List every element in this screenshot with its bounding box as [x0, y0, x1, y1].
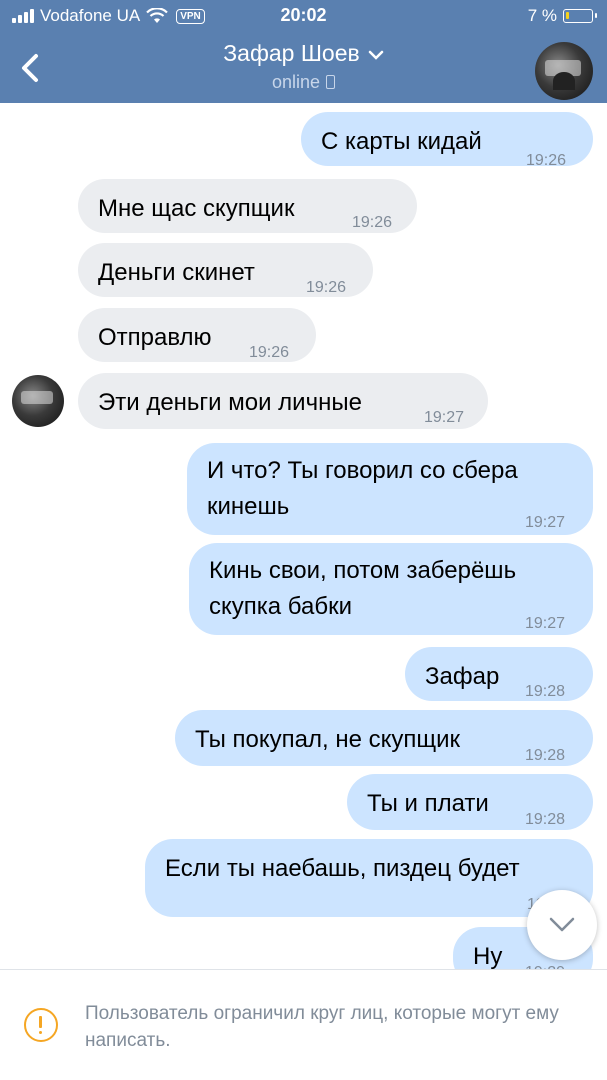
message-time: 19:26: [526, 152, 567, 169]
contact-name: Зафар Шоев: [223, 40, 360, 66]
contact-name-button[interactable]: Зафар Шоев: [0, 40, 607, 67]
message-bubble[interactable]: Эти деньги мои личные 19:27: [78, 373, 488, 429]
message-time: 19:28: [525, 683, 566, 700]
message-bubble[interactable]: Ты и плати 19:28: [347, 774, 593, 830]
online-status: online: [271, 72, 321, 92]
message-text: Эти деньги мои личные: [98, 389, 362, 416]
avatar[interactable]: [535, 42, 593, 100]
battery-icon: [563, 9, 597, 23]
message-text: Деньги скинет: [98, 259, 255, 286]
message-bubble[interactable]: Мне щас скупщик 19:26: [78, 179, 417, 233]
restriction-text: Пользователь ограничил круг лиц, которые…: [85, 1003, 559, 1051]
message-bubble[interactable]: Ты покупал, не скупщик 19:28: [175, 710, 593, 766]
message-bubble[interactable]: Деньги скинет 19:26: [78, 243, 373, 297]
message-bubble[interactable]: Кинь свои, потом заберёшь скупка бабки 19…: [189, 543, 593, 635]
contact-status: online: [0, 72, 607, 93]
message-text: С карты кидай: [321, 128, 482, 155]
message-time: 19:26: [249, 344, 290, 361]
message-line: Кинь свои, потом заберёшь: [209, 557, 517, 584]
message-text: Мне щас скупщик: [98, 195, 295, 222]
battery-percent: 7 %: [527, 6, 557, 25]
message-text: И что? Ты говорил со сбера кинешь: [207, 453, 518, 525]
message-line: кинешь: [207, 493, 290, 520]
chevron-down-icon: [368, 50, 383, 60]
message-bubble[interactable]: Зафар 19:28: [405, 647, 593, 701]
phone-icon: [326, 75, 336, 89]
message-text: Ты и плати: [367, 790, 489, 817]
message-line: И что? Ты говорил со сбера: [207, 457, 518, 484]
warning-icon: [24, 1008, 58, 1042]
message-time: 19:26: [306, 279, 347, 296]
message-text: Ты покупал, не скупщик: [195, 726, 461, 753]
message-text: Отправлю: [98, 324, 212, 351]
clock: 20:02: [280, 5, 327, 25]
status-right: 7 %: [527, 6, 597, 26]
restriction-banner: Пользователь ограничил круг лиц, которые…: [0, 969, 607, 1080]
scroll-down-button[interactable]: [527, 890, 597, 960]
message-bubble[interactable]: Если ты наебашь, пиздец будет 19:29: [145, 839, 593, 917]
message-line: скупка бабки: [209, 593, 353, 620]
status-bar: Vodafone UA VPN 20:02 7 %: [0, 0, 607, 32]
message-time: 19:27: [525, 615, 566, 632]
message-text: Зафар: [425, 663, 500, 690]
message-text: Если ты наебашь, пиздец будет: [165, 855, 520, 882]
avatar[interactable]: [12, 375, 64, 427]
message-time: 19:28: [525, 747, 566, 764]
chat-header: Vodafone UA VPN 20:02 7 % Зафар Шоев onl…: [0, 0, 607, 103]
message-bubble[interactable]: С карты кидай 19:26: [301, 112, 593, 169]
message-text: Кинь свои, потом заберёшь скупка бабки: [209, 553, 516, 625]
message-bubble[interactable]: И что? Ты говорил со сбера кинешь 19:27: [187, 443, 593, 535]
message-text: Ну: [473, 943, 503, 969]
scroll-down-icon: [549, 917, 575, 932]
message-time: 19:28: [525, 811, 566, 828]
message-time: 19:26: [352, 214, 393, 231]
message-time: 19:27: [424, 409, 465, 426]
message-list[interactable]: С карты кидай 19:26 Мне щас скупщик 19:2…: [0, 103, 607, 969]
message-bubble[interactable]: Отправлю 19:26: [78, 308, 316, 362]
message-time: 19:27: [525, 514, 566, 531]
